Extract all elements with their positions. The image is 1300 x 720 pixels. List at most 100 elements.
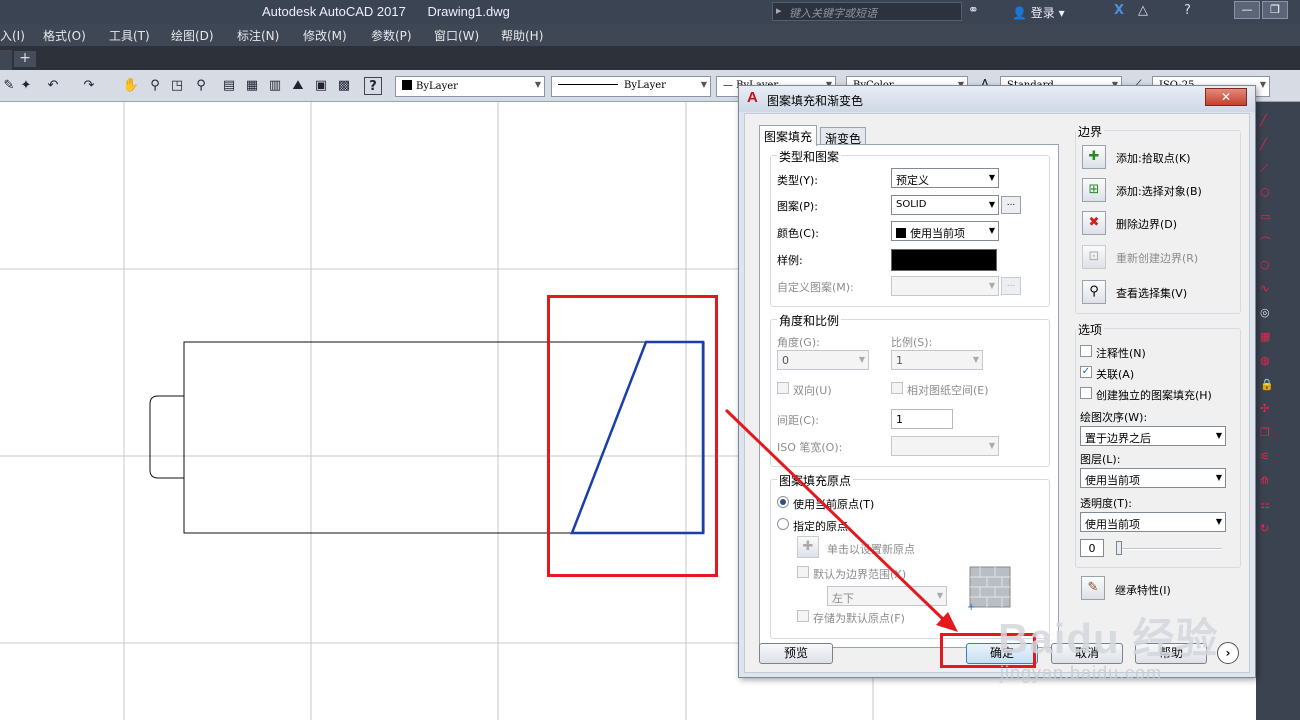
circle-icon[interactable]: ○ [1260, 258, 1276, 272]
design-center-icon[interactable]: ▦ [243, 77, 261, 95]
extent-dropdown[interactable]: 左下 ▼ [827, 586, 947, 606]
pattern-dropdown[interactable]: SOLID ▼ [891, 195, 999, 215]
mirror-icon[interactable]: ⚟ [1260, 450, 1276, 464]
transparency-slider-thumb[interactable] [1116, 541, 1122, 555]
recreate-boundary-icon[interactable]: ⊡ [1082, 245, 1106, 269]
associative-checkbox[interactable]: ✓ [1080, 366, 1092, 378]
separate-hatches-checkbox[interactable] [1080, 387, 1092, 399]
transparency-number-input[interactable]: 0 [1080, 539, 1104, 557]
menu-format[interactable]: 格式(O) [43, 27, 86, 44]
sample-preview[interactable] [891, 249, 997, 271]
annotative-checkbox[interactable] [1080, 345, 1092, 357]
scale-dropdown[interactable]: 1 ▼ [891, 350, 983, 370]
draw-order-dropdown[interactable]: 置于边界之后 ▼ [1080, 426, 1226, 446]
search-input[interactable]: 键入关键字或短语 [772, 2, 962, 21]
offset-icon[interactable]: ⟰ [1260, 474, 1276, 488]
add-pick-points-icon[interactable]: ✚ [1082, 145, 1106, 169]
menu-parameters[interactable]: 参数(P) [371, 27, 412, 44]
expand-more-icon[interactable]: › [1217, 642, 1239, 664]
login-button[interactable]: 👤 登录 ▾ [1012, 4, 1065, 21]
markup-icon[interactable]: ▣ [312, 77, 330, 95]
custom-browse-button[interactable]: ... [1001, 277, 1021, 295]
zoom-previous-icon[interactable]: ⚲ [192, 77, 210, 95]
use-current-origin-radio[interactable] [777, 496, 789, 508]
menu-dimension[interactable]: 标注(N) [237, 27, 279, 44]
pick-origin-icon[interactable]: ✚ [797, 536, 819, 558]
zoom-realtime-icon[interactable]: ⚲ [146, 77, 164, 95]
color-combo[interactable]: ByLayer ▼ [395, 76, 545, 97]
color-dropdown[interactable]: 使用当前项 ▼ [891, 221, 999, 241]
region-icon[interactable]: ◍ [1260, 354, 1276, 368]
iso-pen-dropdown[interactable]: ▼ [891, 436, 999, 456]
exchange-icon[interactable]: X [1114, 3, 1124, 18]
array-icon[interactable]: ⚏ [1260, 498, 1276, 512]
type-dropdown[interactable]: 预定义 ▼ [891, 168, 999, 188]
brush-icon[interactable]: ✦ [17, 77, 35, 95]
sheet-set-icon[interactable]: ⛰ [289, 77, 307, 95]
double-checkbox[interactable] [777, 382, 789, 394]
menu-insert[interactable]: 入(I) [0, 27, 25, 44]
copy-icon[interactable]: ❐ [1260, 426, 1276, 440]
linetype-combo[interactable]: ByLayer ▼ [551, 76, 711, 97]
polyline-icon[interactable]: ⟋ [1260, 162, 1276, 176]
view-selections-icon[interactable]: ⚲ [1082, 280, 1106, 304]
ellipse-icon[interactable]: ◎ [1260, 306, 1276, 320]
triangle-icon[interactable]: △ [1138, 3, 1148, 18]
properties-icon[interactable]: ▤ [220, 77, 238, 95]
polygon-icon[interactable]: ⬡ [1260, 186, 1276, 200]
dialog-title-bar[interactable]: A 图案填充和渐变色 ✕ [739, 86, 1255, 112]
tool-palettes-icon[interactable]: ▥ [266, 77, 284, 95]
store-default-checkbox[interactable] [797, 610, 809, 622]
calculator-icon[interactable]: ▩ [335, 77, 353, 95]
menu-window[interactable]: 窗口(W) [434, 27, 479, 44]
menu-draw[interactable]: 绘图(D) [171, 27, 214, 44]
preview-button[interactable]: 预览 [759, 643, 833, 664]
minimize-button[interactable]: — [1234, 1, 1260, 19]
binoculars-icon[interactable]: ⚭ [968, 3, 979, 18]
spline-icon[interactable]: ∿ [1260, 282, 1276, 296]
inherit-properties-label[interactable]: 继承特性(I) [1115, 582, 1171, 598]
custom-pattern-dropdown[interactable]: ▼ [891, 276, 999, 296]
remove-boundaries-icon[interactable]: ✖ [1082, 211, 1106, 235]
line-icon[interactable]: ╱ [1260, 114, 1276, 128]
lock-icon[interactable]: 🔒 [1260, 378, 1276, 392]
zoom-window-icon[interactable]: ◳ [168, 77, 186, 95]
view-selections-label[interactable]: 查看选择集(V) [1116, 285, 1187, 301]
angle-dropdown[interactable]: 0 ▼ [777, 350, 869, 370]
add-pick-points-label[interactable]: 添加:拾取点(K) [1116, 150, 1191, 166]
xline-icon[interactable]: ╱ [1260, 138, 1276, 152]
help-icon[interactable]: ? [1184, 3, 1191, 18]
add-select-objects-icon[interactable]: ⊞ [1082, 178, 1106, 202]
default-extent-checkbox[interactable] [797, 566, 809, 578]
menu-tools[interactable]: 工具(T) [109, 27, 150, 44]
help-toolbar-icon[interactable]: ? [364, 77, 382, 95]
recreate-boundary-label[interactable]: 重新创建边界(R) [1116, 250, 1198, 266]
undo-icon[interactable]: ↶ [44, 77, 62, 95]
add-select-objects-label[interactable]: 添加:选择对象(B) [1116, 183, 1202, 199]
pattern-browse-button[interactable]: ... [1001, 196, 1021, 214]
transparency-dropdown[interactable]: 使用当前项 ▼ [1080, 512, 1226, 532]
hatch-icon[interactable]: ▦ [1260, 330, 1276, 344]
inherit-properties-icon[interactable]: ✎ [1081, 576, 1105, 600]
menu-modify[interactable]: 修改(M) [303, 27, 347, 44]
tab-hatch[interactable]: 图案填充 [759, 125, 818, 146]
menu-help[interactable]: 帮助(H) [501, 27, 543, 44]
match-properties-icon[interactable]: ✎ [0, 77, 18, 95]
chevron-down-icon: ▼ [936, 591, 943, 600]
rectangle-icon[interactable]: ▭ [1260, 210, 1276, 224]
relative-paper-checkbox[interactable] [891, 382, 903, 394]
dialog-close-button[interactable]: ✕ [1205, 88, 1247, 106]
move-icon[interactable]: ✣ [1260, 402, 1276, 416]
layer-dropdown[interactable]: 使用当前项 ▼ [1080, 468, 1226, 488]
new-tab-button[interactable]: + [14, 51, 36, 67]
rotate-icon[interactable]: ↻ [1260, 522, 1276, 536]
specified-origin-radio[interactable] [777, 518, 789, 530]
redo-icon[interactable]: ↷ [80, 77, 98, 95]
remove-boundaries-label[interactable]: 删除边界(D) [1116, 216, 1177, 232]
arc-icon[interactable]: ⌒ [1260, 234, 1276, 249]
restore-button[interactable]: ❐ [1262, 1, 1288, 19]
file-tab[interactable] [0, 50, 12, 70]
transparency-slider-track[interactable] [1116, 548, 1222, 550]
pan-icon[interactable]: ✋ [122, 77, 140, 95]
spacing-input[interactable]: 1 [891, 409, 953, 429]
